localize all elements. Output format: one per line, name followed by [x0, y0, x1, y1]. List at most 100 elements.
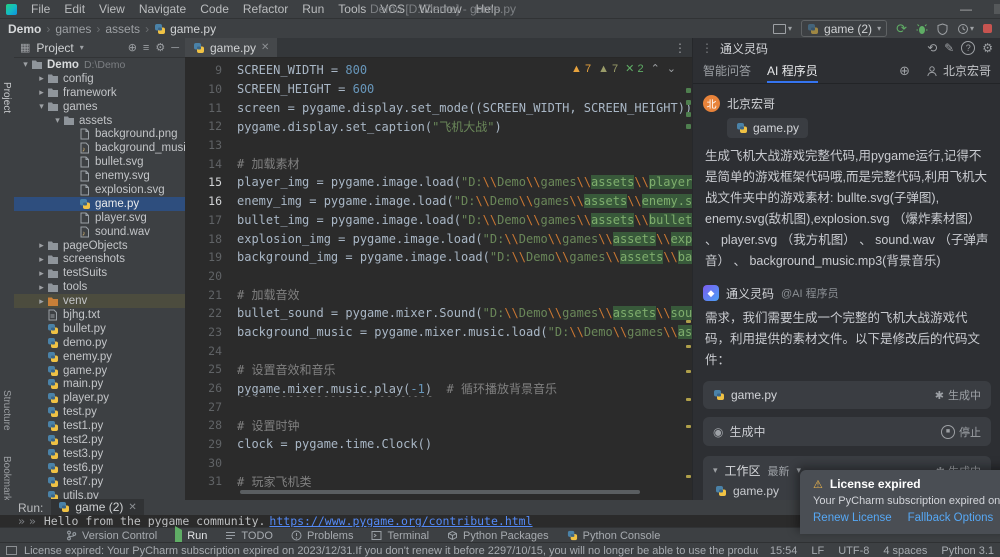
code-line-12[interactable]: 12pygame.display.set_caption("飞机大战")	[185, 117, 692, 136]
fallback-options-link[interactable]: Fallback Options	[908, 512, 994, 524]
tool-window-python-console[interactable]: Python Console	[567, 530, 661, 542]
tree-item-game-py[interactable]: game.py	[14, 364, 185, 378]
new-chat-icon[interactable]: ✎	[944, 41, 954, 55]
menu-navigate[interactable]: Navigate	[132, 0, 193, 18]
run-target-icon[interactable]: ▾	[773, 24, 792, 34]
tree-item-enemy-svg[interactable]: enemy.svg	[14, 169, 185, 183]
tree-item-test2-py[interactable]: test2.py	[14, 433, 185, 447]
code-line-14[interactable]: 14# 加载素材	[185, 154, 692, 173]
tree-item-bjhg-txt[interactable]: bjhg.txt	[14, 308, 185, 322]
code-line-15[interactable]: 15player_img = pygame.image.load("D:\\De…	[185, 173, 692, 192]
close-run-tab-icon[interactable]: ✕	[128, 502, 136, 513]
collapse-all-icon[interactable]: ≡	[143, 42, 149, 54]
tree-item-demo-py[interactable]: demo.py	[14, 336, 185, 350]
code-line-17[interactable]: 17bullet_img = pygame.image.load("D:\\De…	[185, 211, 692, 230]
tree-item-bullet-py[interactable]: bullet.py	[14, 322, 185, 336]
tab-qa[interactable]: 智能问答	[703, 58, 751, 83]
code-line-13[interactable]: 13	[185, 136, 692, 155]
horizontal-scrollbar[interactable]	[240, 490, 640, 494]
tool-button-structure[interactable]: Structure	[1, 390, 12, 431]
breadcrumb-item[interactable]: game.py	[154, 22, 216, 36]
tree-item-test1-py[interactable]: test1.py	[14, 419, 185, 433]
code-line-31[interactable]: 31# 玩家飞机类	[185, 472, 692, 491]
profiler-button[interactable]: ▾	[957, 23, 974, 35]
status-widget[interactable]: 15:54	[770, 545, 798, 557]
tree-item-background-png[interactable]: background.png	[14, 127, 185, 141]
tree-item-test-py[interactable]: test.py	[14, 405, 185, 419]
status-window-icon[interactable]	[6, 546, 17, 555]
tool-window-run[interactable]: Run	[175, 530, 207, 542]
code-line-24[interactable]: 24	[185, 341, 692, 360]
tree-item-demo[interactable]: ▾DemoD:\Demo	[14, 58, 185, 72]
project-view-select[interactable]: Project	[36, 41, 73, 55]
code-line-11[interactable]: 11screen = pygame.display.set_mode((SCRE…	[185, 98, 692, 117]
code-line-21[interactable]: 21# 加载音效	[185, 285, 692, 304]
maximize-icon[interactable]	[994, 4, 1000, 14]
tree-item-testsuits[interactable]: ▸testSuits	[14, 266, 185, 280]
settings-icon[interactable]: ⚙	[155, 41, 165, 54]
tree-item-main-py[interactable]: main.py	[14, 377, 185, 391]
tree-item-bullet-svg[interactable]: bullet.svg	[14, 155, 185, 169]
menu-file[interactable]: File	[24, 0, 57, 18]
editor-options-icon[interactable]: ⋮	[674, 41, 692, 55]
menu-run[interactable]: Run	[295, 0, 331, 18]
tree-item-pageobjects[interactable]: ▸pageObjects	[14, 239, 185, 253]
code-line-10[interactable]: 10SCREEN_HEIGHT = 600	[185, 80, 692, 99]
code-line-27[interactable]: 27	[185, 397, 692, 416]
debug-button[interactable]	[916, 23, 928, 35]
coverage-button[interactable]	[937, 23, 948, 35]
code-line-18[interactable]: 18explosion_img = pygame.image.load("D:\…	[185, 229, 692, 248]
stop-generation-button[interactable]: ■停止	[941, 424, 981, 440]
tool-button-project[interactable]: Project	[1, 82, 12, 113]
breadcrumb-item[interactable]: games	[55, 22, 91, 36]
tree-item-test3-py[interactable]: test3.py	[14, 447, 185, 461]
status-widget[interactable]: UTF-8	[838, 545, 869, 557]
stop-button[interactable]	[983, 24, 992, 33]
generated-file-card[interactable]: game.py ✱生成中	[703, 381, 991, 409]
error-stripe[interactable]	[686, 60, 691, 488]
tool-window-python-packages[interactable]: Python Packages	[447, 530, 549, 542]
menu-tools[interactable]: Tools	[331, 0, 373, 18]
minimize-icon[interactable]: —	[960, 2, 972, 16]
tree-item-test7-py[interactable]: test7.py	[14, 475, 185, 489]
tool-button-bookmarks[interactable]: Bookmarks	[1, 456, 12, 506]
tree-item-background-music-mp3[interactable]: ♪background_music.mp3	[14, 141, 185, 155]
menu-edit[interactable]: Edit	[57, 0, 92, 18]
tree-item-enemy-py[interactable]: enemy.py	[14, 350, 185, 364]
select-opened-file-icon[interactable]: ⊕	[128, 41, 137, 54]
code-line-22[interactable]: 22bullet_sound = pygame.mixer.Sound("D:\…	[185, 304, 692, 323]
help-icon[interactable]: ?	[961, 41, 975, 55]
tool-window-version-control[interactable]: Version Control	[66, 530, 157, 542]
status-widget[interactable]: LF	[811, 545, 824, 557]
rerun-button[interactable]: ⟳	[896, 22, 907, 35]
run-tab-game[interactable]: game (2) ✕	[51, 499, 143, 515]
status-message[interactable]: License expired: Your PyCharm subscripti…	[24, 545, 758, 557]
drag-handle-icon[interactable]: ⋮	[701, 41, 713, 55]
tool-window-todo[interactable]: TODO	[225, 530, 273, 542]
menu-code[interactable]: Code	[193, 0, 236, 18]
renew-license-link[interactable]: Renew License	[813, 512, 892, 524]
tree-item-venv[interactable]: ▸venv	[14, 294, 185, 308]
code-line-26[interactable]: 26pygame.mixer.music.play(-1) # 循环播放背景音乐	[185, 379, 692, 398]
tree-item-player-py[interactable]: player.py	[14, 391, 185, 405]
close-tab-icon[interactable]: ✕	[261, 42, 269, 53]
code-line-20[interactable]: 20	[185, 267, 692, 286]
tool-window-terminal[interactable]: Terminal	[371, 530, 429, 542]
tree-item-screenshots[interactable]: ▸screenshots	[14, 252, 185, 266]
code-line-28[interactable]: 28# 设置时钟	[185, 416, 692, 435]
menu-view[interactable]: View	[92, 0, 132, 18]
add-session-icon[interactable]: ⊕	[899, 63, 910, 79]
hide-panel-icon[interactable]: ─	[171, 42, 179, 54]
code-line-19[interactable]: 19background_img = pygame.image.load("D:…	[185, 248, 692, 267]
tree-item-config[interactable]: ▸config	[14, 72, 185, 86]
code-area[interactable]: 9SCREEN_WIDTH = 80010SCREEN_HEIGHT = 600…	[185, 58, 692, 491]
tree-item-player-svg[interactable]: player.svg	[14, 211, 185, 225]
code-line-29[interactable]: 29clock = pygame.time.Clock()	[185, 435, 692, 454]
breadcrumb-item[interactable]: assets	[105, 22, 140, 36]
attached-file-chip[interactable]: game.py	[727, 118, 808, 138]
breadcrumb-item[interactable]: Demo	[8, 22, 41, 36]
tree-item-framework[interactable]: ▸framework	[14, 86, 185, 100]
run-config-select[interactable]: game (2) ▾	[801, 20, 887, 37]
tool-window-problems[interactable]: Problems	[291, 530, 353, 542]
code-line-16[interactable]: 16enemy_img = pygame.image.load("D:\\Dem…	[185, 192, 692, 211]
